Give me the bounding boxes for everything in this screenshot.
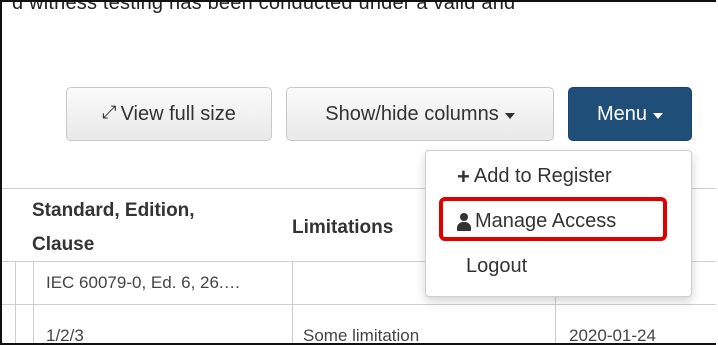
column-divider (15, 262, 16, 343)
screenshot-frame: d witness testing has been conducted und… (0, 0, 716, 345)
column-header-standard[interactable]: Standard, Edition, Clause (32, 194, 195, 262)
menu-item-add-to-register[interactable]: + Add to Register (457, 165, 612, 188)
caret-down-icon (504, 112, 515, 119)
menu-button[interactable]: Menu (568, 87, 692, 141)
table-cell-limitations: Some limitation (303, 326, 420, 345)
table-row-border (2, 304, 716, 305)
column-divider (33, 262, 34, 343)
background-paragraph-text: d witness testing has been conducted und… (12, 0, 516, 14)
show-hide-columns-label: Show/hide columns (325, 102, 499, 125)
table-cell-standard: IEC 60079-0, Ed. 6, 26.… (46, 273, 241, 292)
column-divider (292, 262, 293, 343)
highlight-box (439, 197, 667, 241)
plus-icon: + (457, 163, 470, 189)
column-header-limitations[interactable]: Limitations (292, 211, 393, 245)
view-full-size-button[interactable]: ⤢ View full size (66, 87, 272, 141)
table-cell-date: 2020-01-24 (569, 326, 656, 345)
show-hide-columns-button[interactable]: Show/hide columns (286, 87, 554, 141)
menu-label: Menu (596, 102, 648, 125)
menu-item-logout[interactable]: Logout (466, 255, 527, 278)
table-cell-standard: 1/2/3 (46, 326, 84, 345)
column-header-standard-line1: Standard, Edition, (32, 200, 195, 221)
menu-item-label: Logout (466, 255, 528, 277)
column-header-standard-line2: Clause (32, 234, 95, 255)
view-full-size-label: View full size (120, 102, 236, 125)
expand-icon: ⤢ (102, 101, 117, 122)
caret-down-icon (653, 112, 664, 119)
menu-item-label: Add to Register (473, 165, 612, 187)
